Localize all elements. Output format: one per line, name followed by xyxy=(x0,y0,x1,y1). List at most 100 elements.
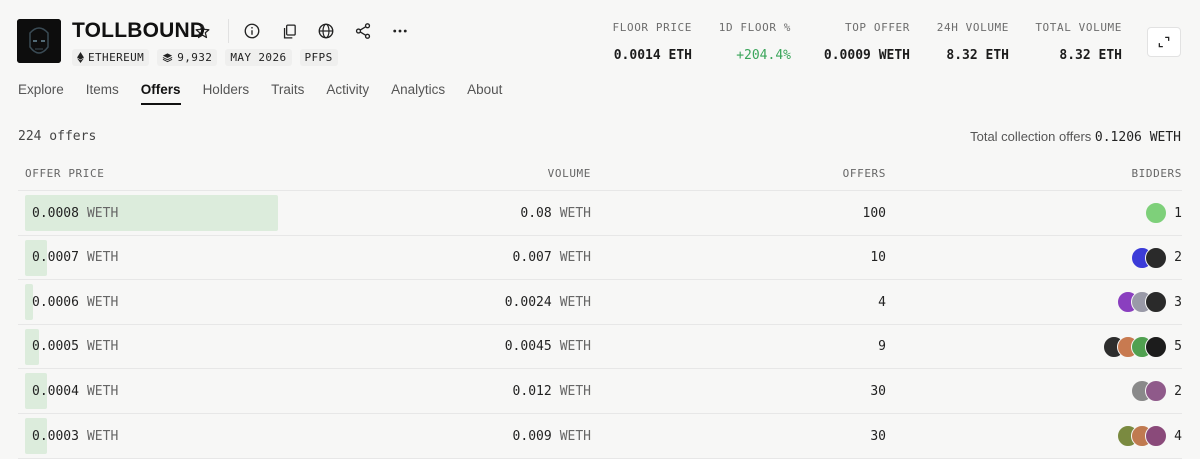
volume-value: 0.0045 xyxy=(504,339,552,355)
stat-label: FLOOR PRICE xyxy=(612,21,692,34)
expand-button[interactable] xyxy=(1147,27,1181,57)
offer-price-unit: WETH xyxy=(86,250,119,266)
globe-icon[interactable] xyxy=(315,20,337,42)
header-divider xyxy=(228,19,229,43)
tab-items[interactable]: Items xyxy=(86,82,119,105)
copy-icon[interactable] xyxy=(278,20,300,42)
tab-offers[interactable]: Offers xyxy=(140,82,181,105)
offers-cell: 30 xyxy=(870,383,886,399)
volume-value: 0.08 xyxy=(520,205,552,221)
header-volume[interactable]: VOLUME xyxy=(548,167,591,180)
collection-logo xyxy=(17,19,61,63)
volume-cell: 0.009 WETH xyxy=(513,414,591,458)
offer-price-unit: WETH xyxy=(86,205,119,221)
volume-value: 0.0024 xyxy=(504,294,552,310)
info-icon[interactable] xyxy=(241,20,263,42)
offers-cell: 9 xyxy=(878,339,886,355)
bidders-count: 4 xyxy=(1174,428,1182,444)
collection-tabs: Explore Items Offers Holders Traits Acti… xyxy=(18,82,502,105)
table-row[interactable]: 0.0007 WETH 0.007 WETH 10 2 xyxy=(18,236,1182,281)
more-icon[interactable] xyxy=(389,20,411,42)
offer-price: 0.0005 xyxy=(32,339,79,355)
avatar xyxy=(1145,202,1168,224)
bidders-cell[interactable]: 2 xyxy=(1131,369,1182,413)
volume-cell: 0.012 WETH xyxy=(513,369,591,413)
bidder-avatars xyxy=(1145,202,1168,224)
table-row[interactable]: 0.0004 WETH 0.012 WETH 30 2 xyxy=(18,369,1182,414)
bidders-cell[interactable]: 3 xyxy=(1117,280,1182,324)
offer-count: 224 offers xyxy=(18,129,97,144)
volume-cell: 0.007 WETH xyxy=(513,236,591,280)
tab-traits[interactable]: Traits xyxy=(271,82,304,105)
expand-icon xyxy=(1158,36,1170,48)
tab-analytics[interactable]: Analytics xyxy=(391,82,445,105)
total-collection-offers: Total collection offers 0.1206 WETH xyxy=(970,129,1181,145)
bidders-count: 2 xyxy=(1174,383,1182,399)
table-row[interactable]: 0.0006 WETH 0.0024 WETH 4 3 xyxy=(18,280,1182,325)
volume-cell: 0.0024 WETH xyxy=(505,280,591,324)
stat-value: +204.4% xyxy=(736,48,791,63)
offer-price-unit: WETH xyxy=(86,428,119,444)
stat-label: 1D FLOOR % xyxy=(718,21,791,34)
category-chip: PFPS xyxy=(299,49,338,66)
stat-value: 8.32 ETH xyxy=(946,48,1009,63)
star-icon[interactable] xyxy=(191,20,213,42)
bidders-count: 5 xyxy=(1174,339,1182,355)
stat-value: 8.32 ETH xyxy=(1059,48,1122,63)
date-chip: MAY 2026 xyxy=(225,49,292,66)
stat-top-offer: TOP OFFER 0.0009 WETH xyxy=(824,21,910,63)
bidders-count: 2 xyxy=(1174,250,1182,266)
avatar xyxy=(1145,425,1168,447)
offer-price-unit: WETH xyxy=(86,383,119,399)
volume-unit: WETH xyxy=(559,250,591,266)
volume-value: 0.012 xyxy=(512,383,552,399)
stat-floor-price: FLOOR PRICE 0.0014 ETH xyxy=(613,21,692,63)
bidders-cell[interactable]: 1 xyxy=(1145,191,1182,235)
bidders-cell[interactable]: 4 xyxy=(1117,414,1182,458)
volume-unit: WETH xyxy=(559,294,591,310)
offers-cell: 4 xyxy=(878,294,886,310)
items-count: 9,932 xyxy=(177,51,213,64)
tab-explore[interactable]: Explore xyxy=(18,82,64,105)
volume-unit: WETH xyxy=(559,428,591,444)
stat-total-volume: TOTAL VOLUME 8.32 ETH xyxy=(1035,21,1122,63)
chain-label: ETHEREUM xyxy=(88,51,145,64)
table-row[interactable]: 0.0003 WETH 0.009 WETH 30 4 xyxy=(18,414,1182,459)
stat-value: 0.0009 WETH xyxy=(823,48,910,63)
offer-price: 0.0007 xyxy=(32,250,79,266)
volume-value: 0.009 xyxy=(512,428,552,444)
bidder-avatars xyxy=(1131,246,1168,269)
volume-cell: 0.0045 WETH xyxy=(505,325,591,369)
stat-label: TOTAL VOLUME xyxy=(1035,21,1122,34)
offer-price-unit: WETH xyxy=(86,294,119,310)
volume-unit: WETH xyxy=(559,339,591,355)
offer-price-cell: 0.0006 WETH xyxy=(32,280,118,324)
offers-cell: 100 xyxy=(862,205,886,221)
stat-24h-volume: 24H VOLUME 8.32 ETH xyxy=(937,21,1009,63)
offer-price-unit: WETH xyxy=(86,339,119,355)
tab-holders[interactable]: Holders xyxy=(203,82,250,105)
header-offers[interactable]: OFFERS xyxy=(843,167,886,180)
volume-unit: WETH xyxy=(559,383,591,399)
stat-value: 0.0014 ETH xyxy=(613,48,692,63)
tab-activity[interactable]: Activity xyxy=(326,82,369,105)
items-chip: 9,932 xyxy=(157,49,218,66)
bidders-count: 1 xyxy=(1174,205,1182,221)
offer-price-cell: 0.0008 WETH xyxy=(32,191,118,235)
offer-price-cell: 0.0004 WETH xyxy=(32,369,118,413)
tab-about[interactable]: About xyxy=(467,82,502,105)
collection-meta: ETHEREUM 9,932 MAY 2026 PFPS xyxy=(72,49,338,66)
table-row[interactable]: 0.0005 WETH 0.0045 WETH 9 5 xyxy=(18,325,1182,370)
share-icon[interactable] xyxy=(352,20,374,42)
bidders-cell[interactable]: 2 xyxy=(1131,236,1182,280)
stat-label: TOP OFFER xyxy=(844,21,910,34)
header-bidders[interactable]: BIDDERS xyxy=(1131,167,1182,180)
table-row[interactable]: 0.0008 WETH 0.08 WETH 100 1 xyxy=(18,191,1182,236)
offer-price: 0.0006 xyxy=(32,294,79,310)
bidders-cell[interactable]: 5 xyxy=(1103,325,1182,369)
layers-icon xyxy=(162,53,173,63)
bidder-avatars xyxy=(1117,425,1168,447)
offer-price: 0.0004 xyxy=(32,383,79,399)
avatar xyxy=(1145,380,1168,403)
header-offer-price[interactable]: OFFER PRICE xyxy=(25,167,104,180)
